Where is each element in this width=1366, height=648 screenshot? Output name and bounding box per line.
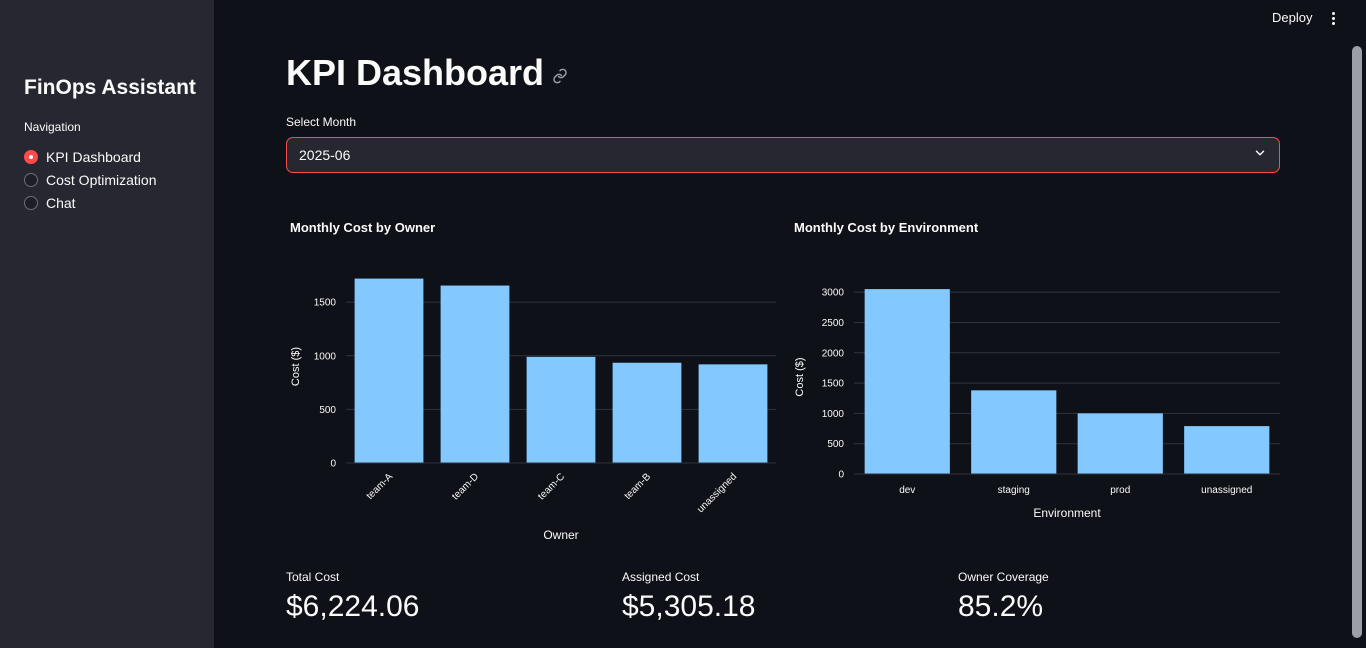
radio-selected-icon[interactable]	[24, 149, 38, 164]
x-tick-label: unassigned	[695, 471, 739, 515]
link-icon[interactable]	[552, 68, 568, 84]
sidebar-title: FinOps Assistant	[24, 76, 196, 99]
x-tick-label: team-D	[450, 471, 481, 502]
page-title-row: KPI Dashboard	[286, 52, 568, 94]
y-tick-label: 1000	[314, 351, 337, 362]
nav-item-kpi-dashboard[interactable]: KPI Dashboard	[24, 145, 156, 168]
nav-item-label: KPI Dashboard	[46, 148, 141, 165]
radio-unselected-icon[interactable]	[24, 172, 38, 187]
x-tick-label: staging	[998, 485, 1030, 496]
navigation-radio-group: KPI Dashboard Cost Optimization Chat	[24, 145, 156, 214]
x-tick-label: team-B	[623, 471, 654, 502]
x-tick-label: dev	[899, 485, 915, 496]
scrollbar[interactable]	[1352, 46, 1362, 638]
metric-value-assigned-cost: $5,305.18	[622, 590, 756, 623]
environment-chart-title: Monthly Cost by Environment	[794, 220, 979, 235]
nav-item-label: Cost Optimization	[46, 171, 157, 188]
x-tick-label: team-A	[365, 471, 396, 502]
bar-dev	[864, 289, 950, 474]
y-axis-title: Cost ($)	[290, 347, 302, 386]
x-axis-title: Environment	[1033, 506, 1101, 520]
nav-item-cost-optimization[interactable]: Cost Optimization	[24, 168, 156, 191]
nav-item-chat[interactable]: Chat	[24, 191, 156, 214]
bar-unassigned	[698, 364, 768, 463]
y-tick-label: 2000	[822, 348, 845, 359]
sidebar: FinOps Assistant Navigation KPI Dashboar…	[0, 0, 214, 648]
y-tick-label: 1000	[822, 409, 845, 420]
x-tick-label: unassigned	[1201, 485, 1252, 496]
owner-chart-title: Monthly Cost by Owner	[290, 220, 436, 235]
y-tick-label: 500	[319, 405, 336, 416]
navigation-label: Navigation	[24, 120, 81, 134]
y-tick-label: 0	[838, 470, 844, 481]
month-select[interactable]: 2025-06	[286, 137, 1280, 173]
nav-item-label: Chat	[46, 194, 76, 211]
environment-bar-chart: 0 500 1000 1500 2000 2500 3000 dev staging prod un…	[794, 288, 1280, 520]
deploy-button[interactable]: Deploy	[1266, 8, 1318, 28]
more-vertical-icon[interactable]	[1325, 8, 1341, 28]
y-tick-label: 2500	[822, 318, 845, 329]
bar-prod	[1077, 413, 1163, 474]
y-axis-title: Cost ($)	[794, 357, 806, 396]
metric-label-owner-coverage: Owner Coverage	[958, 570, 1049, 584]
x-tick-label: team-C	[536, 471, 567, 502]
y-tick-label: 500	[827, 439, 844, 450]
chevron-down-icon[interactable]	[1253, 146, 1267, 165]
y-tick-label: 1500	[314, 298, 337, 309]
owner-bar-chart: 0 500 1000 1500 team-A team-D team-C team-B unas…	[290, 278, 776, 542]
select-month-label: Select Month	[286, 115, 357, 129]
radio-unselected-icon[interactable]	[24, 195, 38, 210]
bar-team-B	[612, 362, 682, 463]
x-tick-label: prod	[1110, 485, 1130, 496]
month-select-value: 2025-06	[299, 147, 351, 163]
metric-label-assigned-cost: Assigned Cost	[622, 570, 700, 584]
bar-unassigned	[1184, 426, 1270, 474]
bar-team-D	[440, 285, 510, 463]
metric-value-owner-coverage: 85.2%	[958, 590, 1044, 623]
x-axis-title: Owner	[543, 528, 578, 542]
bar-team-A	[354, 278, 424, 463]
bar-staging	[971, 390, 1057, 474]
metric-label-total-cost: Total Cost	[286, 570, 340, 584]
page-title: KPI Dashboard	[286, 52, 545, 93]
bar-team-C	[526, 356, 596, 463]
y-tick-label: 1500	[822, 379, 845, 390]
metric-value-total-cost: $6,224.06	[286, 590, 420, 623]
y-tick-label: 3000	[822, 288, 845, 299]
y-tick-label: 0	[330, 459, 336, 470]
